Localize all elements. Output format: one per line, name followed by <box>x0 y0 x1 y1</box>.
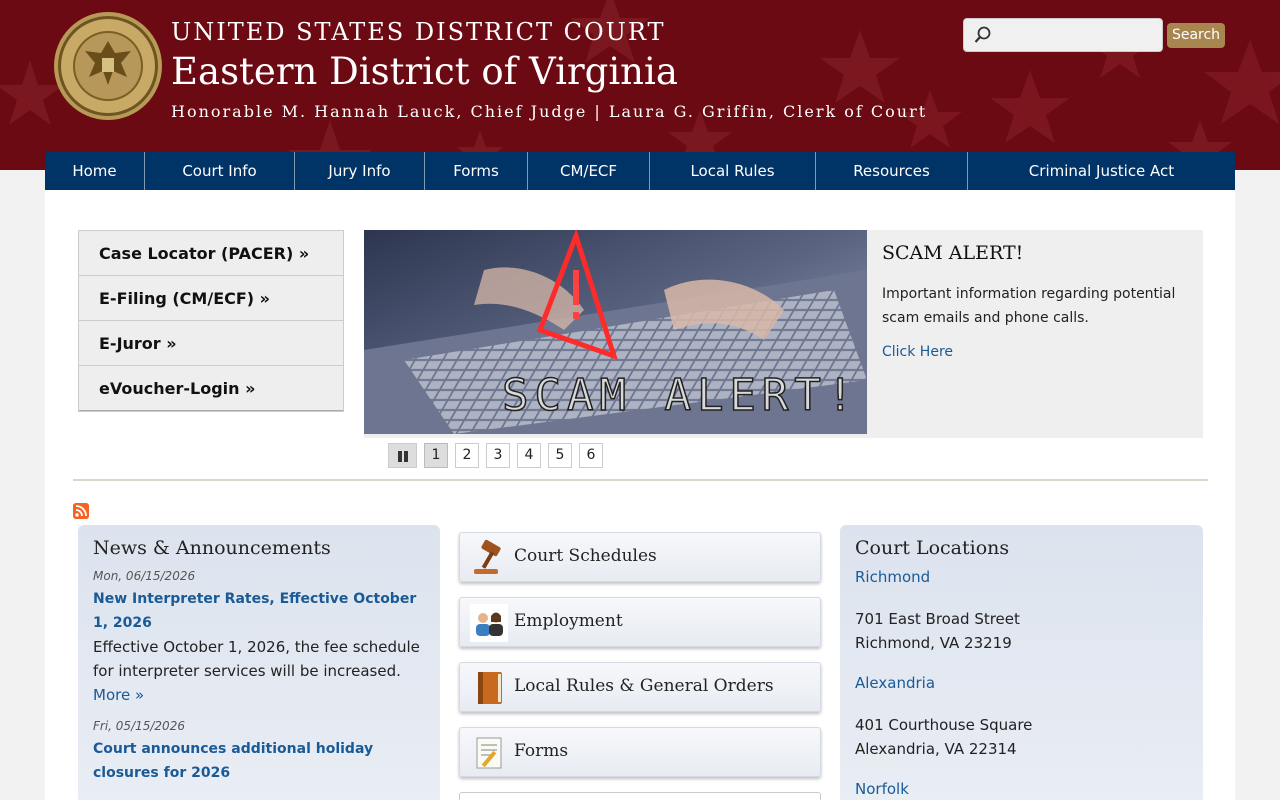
location-link-alexandria[interactable]: Alexandria <box>855 671 1188 695</box>
search-field[interactable] <box>963 18 1163 52</box>
nav-item-jury-info[interactable]: Jury Info <box>295 152 425 190</box>
news-heading: News & Announcements <box>93 537 331 559</box>
court-name-line: UNITED STATES DISTRICT COURT <box>171 18 666 46</box>
news-panel: News & Announcements Mon, 06/15/2026 New… <box>78 525 440 800</box>
nav-item-forms[interactable]: Forms <box>425 152 528 190</box>
news-date: Fri, 05/15/2026 <box>93 719 185 733</box>
court-seal[interactable] <box>53 11 163 121</box>
slide-pager: 1 2 3 4 5 6 <box>388 443 603 469</box>
people-icon <box>470 604 508 642</box>
slideshow: SCAM ALERT! SCAM ALERT! Important inform… <box>364 230 1203 438</box>
quick-link-e-juror[interactable]: E-Juror » <box>79 321 343 366</box>
quick-link-case-locator[interactable]: Case Locator (PACER) » <box>79 231 343 276</box>
slide-page-1[interactable]: 1 <box>424 443 448 468</box>
nav-item-cm-ecf[interactable]: CM/ECF <box>528 152 650 190</box>
news-title-link[interactable]: New Interpreter Rates, Effective October… <box>93 587 425 635</box>
image-text: SCAM ALERT! <box>502 370 859 421</box>
feature-employment[interactable]: Employment <box>459 597 821 647</box>
location-link-norfolk[interactable]: Norfolk <box>855 777 1188 800</box>
address-line: 401 Courthouse Square <box>855 716 1033 734</box>
book-icon <box>478 672 502 704</box>
feature-court-schedules[interactable]: Court Schedules <box>459 532 821 582</box>
slide-title: SCAM ALERT! <box>882 242 1024 264</box>
address-line: Richmond, VA 23219 <box>855 634 1012 652</box>
location-address: 701 East Broad Street Richmond, VA 23219 <box>855 607 1188 655</box>
slide-page-2[interactable]: 2 <box>455 443 479 468</box>
scam-alert-image[interactable]: SCAM ALERT! <box>364 230 867 434</box>
nav-item-resources[interactable]: Resources <box>816 152 968 190</box>
nav-item-criminal-justice-act[interactable]: Criminal Justice Act <box>968 152 1235 190</box>
section-divider <box>73 479 1208 481</box>
feature-label: Court Schedules <box>514 546 657 566</box>
slide-page-6[interactable]: 6 <box>579 443 603 468</box>
location-address: 401 Courthouse Square Alexandria, VA 223… <box>855 713 1188 761</box>
officials-line: Honorable M. Hannah Lauck, Chief Judge |… <box>171 102 928 121</box>
site-header: UNITED STATES DISTRICT COURT Eastern Dis… <box>0 0 1280 170</box>
form-icon <box>476 737 502 769</box>
gavel-icon <box>474 539 501 574</box>
news-more-link[interactable]: More » <box>93 683 425 707</box>
feature-label: Employment <box>514 611 623 631</box>
district-name[interactable]: Eastern District of Virginia <box>171 50 678 93</box>
main-navigation: Home Court Info Jury Info Forms CM/ECF L… <box>45 152 1235 190</box>
news-date: Mon, 06/15/2026 <box>93 569 196 583</box>
feature-local-rules[interactable]: Local Rules & General Orders <box>459 662 821 712</box>
feature-label: Local Rules & General Orders <box>514 676 774 696</box>
feature-partial[interactable] <box>459 792 821 800</box>
nav-item-local-rules[interactable]: Local Rules <box>650 152 816 190</box>
slide-body: Important information regarding potentia… <box>882 286 1176 326</box>
address-line: Alexandria, VA 22314 <box>855 740 1017 758</box>
search-button[interactable]: Search <box>1167 23 1225 48</box>
feature-label: Forms <box>514 741 569 761</box>
court-locations-panel: Court Locations Richmond 701 East Broad … <box>840 525 1203 800</box>
news-title-link[interactable]: Court announces additional holiday closu… <box>93 737 425 785</box>
search-input[interactable] <box>996 23 1156 47</box>
quick-links-panel: Case Locator (PACER) » E-Filing (CM/ECF)… <box>78 230 344 412</box>
slide-page-4[interactable]: 4 <box>517 443 541 468</box>
locations-heading: Court Locations <box>855 537 1010 559</box>
quick-link-evoucher[interactable]: eVoucher-Login » <box>79 366 343 411</box>
search-icon <box>974 26 991 43</box>
slide-link[interactable]: Click Here <box>882 344 953 360</box>
address-line: 701 East Broad Street <box>855 610 1020 628</box>
slide-page-5[interactable]: 5 <box>548 443 572 468</box>
pause-icon[interactable] <box>388 443 417 468</box>
nav-item-court-info[interactable]: Court Info <box>145 152 295 190</box>
news-excerpt: Effective October 1, 2026, the fee sched… <box>93 638 420 680</box>
slide-page-3[interactable]: 3 <box>486 443 510 468</box>
location-link-richmond[interactable]: Richmond <box>855 565 1188 589</box>
feature-forms[interactable]: Forms <box>459 727 821 777</box>
quick-link-e-filing[interactable]: E-Filing (CM/ECF) » <box>79 276 343 321</box>
rss-icon[interactable] <box>73 503 89 519</box>
nav-item-home[interactable]: Home <box>45 152 145 190</box>
